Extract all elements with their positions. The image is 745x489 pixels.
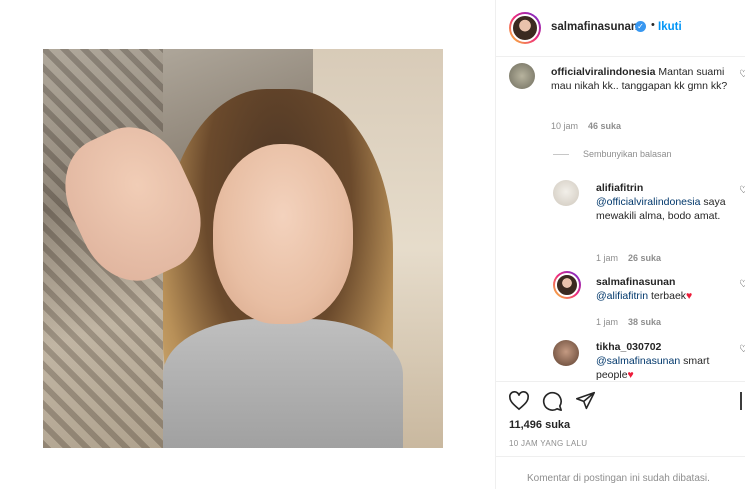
instagram-post-view: salmafinasunan ✓ • Ikuti officialviralin… <box>0 0 745 489</box>
share-icon[interactable] <box>575 390 596 411</box>
reply-meta: 1 jam 26 suka <box>596 253 661 263</box>
bookmark-icon[interactable] <box>740 391 745 411</box>
verified-icon: ✓ <box>635 21 646 32</box>
post-timestamp: 10 JAM YANG LALU <box>509 439 588 448</box>
comment-meta: 10 jam 46 suka <box>551 121 621 131</box>
post-actions: 11,496 suka 10 JAM YANG LALU Komentar di… <box>496 381 745 489</box>
photo-body <box>163 319 403 448</box>
photo-face <box>213 144 353 324</box>
reply-body: salmafinasunan @alifiafitrin terbaek♥ <box>596 275 731 303</box>
hide-replies-line <box>553 154 569 155</box>
reply-avatar[interactable] <box>553 271 581 299</box>
reply-text: terbaek <box>651 290 687 302</box>
reply-like-icon[interactable]: ♡ <box>739 185 745 196</box>
heart-icon[interactable] <box>508 391 530 411</box>
author-username[interactable]: salmafinasunan <box>551 21 638 33</box>
post-photo[interactable] <box>43 49 443 448</box>
reply-mention[interactable]: @salmafinasunan <box>596 355 680 367</box>
comment-likes[interactable]: 46 suka <box>588 121 621 131</box>
heart-emoji-icon: ♥ <box>627 369 634 381</box>
reply-body: tikha_030702 @salmafinasunan smart peopl… <box>596 340 731 382</box>
post-header: salmafinasunan ✓ • Ikuti <box>496 0 745 57</box>
reply-likes[interactable]: 26 suka <box>628 253 661 263</box>
commenter-avatar[interactable] <box>509 63 535 89</box>
reply-username[interactable]: salmafinasunan <box>596 275 731 289</box>
comment-time: 10 jam <box>551 121 579 131</box>
comment-like-icon[interactable]: ♡ <box>739 69 745 80</box>
reply-like-icon[interactable]: ♡ <box>739 344 745 355</box>
reply-likes[interactable]: 38 suka <box>628 317 661 327</box>
likes-count[interactable]: 11,496 suka <box>509 419 570 431</box>
hide-replies-button[interactable]: Sembunyikan balasan <box>583 149 672 159</box>
reply-username[interactable]: tikha_030702 <box>596 340 731 354</box>
reply-time: 1 jam <box>596 317 619 327</box>
reply-avatar[interactable] <box>553 180 579 206</box>
comment-body: officialviralindonesia Mantan suami mau … <box>551 65 731 93</box>
reply-username[interactable]: alifiafitrin <box>596 181 731 195</box>
heart-emoji-icon: ♥ <box>686 290 693 302</box>
author-avatar[interactable] <box>509 12 541 44</box>
reply-mention[interactable]: @alifiafitrin <box>596 290 648 302</box>
reply-mention[interactable]: @officialviralindonesia <box>596 196 700 208</box>
follow-button[interactable]: Ikuti <box>658 21 682 33</box>
comment-username[interactable]: officialviralindonesia <box>551 66 655 78</box>
separator-dot: • <box>651 19 655 31</box>
reply-body: alifiafitrin @officialviralindonesia say… <box>596 181 731 223</box>
reply-like-icon[interactable]: ♡ <box>739 279 745 290</box>
comment-icon[interactable] <box>541 390 563 412</box>
reply-avatar[interactable] <box>553 340 579 366</box>
reply-meta: 1 jam 38 suka <box>596 317 661 327</box>
comments-list[interactable]: officialviralindonesia Mantan suami mau … <box>496 57 745 382</box>
post-side-panel: salmafinasunan ✓ • Ikuti officialviralin… <box>495 0 745 489</box>
comments-disabled-notice: Komentar di postingan ini sudah dibatasi… <box>496 456 745 489</box>
reply-time: 1 jam <box>596 253 619 263</box>
